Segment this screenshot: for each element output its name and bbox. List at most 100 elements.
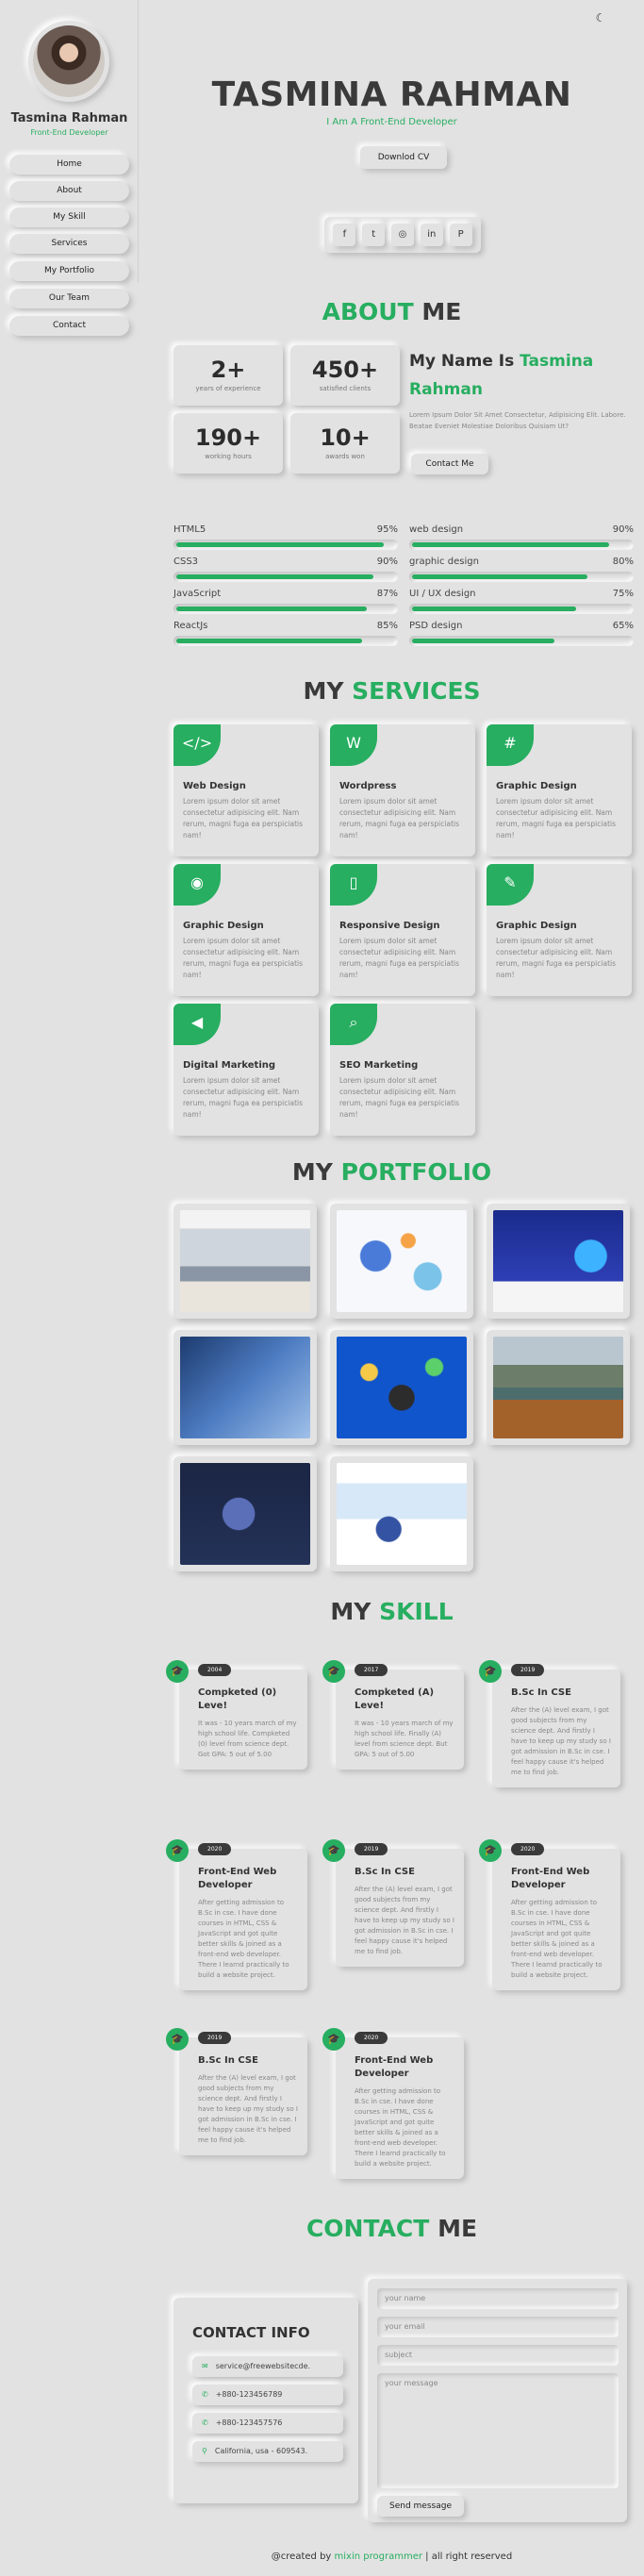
nav-contact[interactable]: Contact xyxy=(9,316,129,336)
contact-form: your name your email subject your messag… xyxy=(368,2279,627,2522)
service-card[interactable]: ⌕ SEO Marketing Lorem ipsum dolor sit amet… xyxy=(330,1004,475,1136)
portfolio-image-meeting xyxy=(180,1210,310,1312)
portfolio-item[interactable] xyxy=(487,1204,630,1319)
timeline-text: After the (A) level exam, I got good sub… xyxy=(198,2074,298,2144)
mobile-icon: ▯ xyxy=(330,864,377,906)
stat-card: 10+ awards won xyxy=(290,413,400,474)
timeline-text: It was - 10 years march of my high schoo… xyxy=(355,1720,454,1758)
graduation-cap-icon: 🎓 xyxy=(166,2028,189,2051)
portfolio-image-developer-illustration xyxy=(337,1337,467,1438)
portfolio-item[interactable] xyxy=(330,1456,473,1571)
skill-name: CSS3 xyxy=(173,557,199,567)
service-card[interactable]: W Wordpress Lorem ipsum dolor sit amet con… xyxy=(330,724,475,856)
timeline-year: 2004 xyxy=(198,1664,232,1676)
envelope-icon: ✉ xyxy=(202,2362,208,2370)
portfolio-image-dashboard-illustration xyxy=(493,1210,623,1312)
twitter-icon[interactable]: t xyxy=(362,224,386,246)
timeline-card: 2017 Compketed (A) Leve! It was - 10 years… xyxy=(336,1664,464,1770)
service-description: Lorem ipsum dolor sit amet consectetur a… xyxy=(496,937,617,979)
facebook-icon[interactable]: f xyxy=(333,224,356,246)
contact-info-card: CONTACT INFO ✉ service@freewebsitecde. ✆ +… xyxy=(173,2298,358,2503)
hero-name: TASMINA RAHMAN xyxy=(211,75,572,114)
subject-field[interactable]: subject xyxy=(377,2345,619,2366)
contact-phone[interactable]: ✆ +880-123456789 xyxy=(192,2385,343,2405)
service-title: Responsive Design xyxy=(339,921,440,931)
skill-progress-fill xyxy=(412,607,576,611)
portfolio-item[interactable] xyxy=(173,1456,317,1571)
timeline-text: After the (A) level exam, I got good sub… xyxy=(511,1706,611,1776)
linkedin-icon[interactable]: in xyxy=(420,224,443,246)
nav-my-skill[interactable]: My Skill xyxy=(9,208,129,227)
download-cv-button[interactable]: Downlod CV xyxy=(360,146,447,169)
send-message-button[interactable]: Send message xyxy=(377,2496,464,2517)
contact-email[interactable]: ✉ service@freewebsitecde. xyxy=(192,2356,343,2377)
stat-card: 190+ working hours xyxy=(173,413,283,474)
portfolio-image-laptop-hand xyxy=(180,1337,310,1438)
service-card[interactable]: ✎ Graphic Design Lorem ipsum dolor sit ame… xyxy=(487,864,632,996)
skill-percent: 85% xyxy=(376,621,398,631)
sidebar-role: Front-End Developer xyxy=(30,128,108,137)
portfolio-item[interactable] xyxy=(330,1204,473,1319)
slack-icon: # xyxy=(487,724,534,766)
moon-icon[interactable]: ☾ xyxy=(590,8,611,28)
graduation-cap-icon: 🎓 xyxy=(322,2028,345,2051)
portfolio-title: MY PORTFOLIO xyxy=(291,1158,492,1186)
service-title: Graphic Design xyxy=(183,921,264,931)
portfolio-item[interactable] xyxy=(173,1330,317,1445)
footer-author-link[interactable]: mixin programmer xyxy=(335,2551,422,2562)
timeline-card: 2020 Front-End Web Developer After getting… xyxy=(179,1843,307,1990)
search-dollar-icon: ⌕ xyxy=(330,1004,377,1045)
service-title: Digital Marketing xyxy=(183,1060,276,1071)
service-title: SEO Marketing xyxy=(339,1060,419,1071)
skill-progress-fill xyxy=(412,542,609,547)
contact-phone[interactable]: ✆ +880-123457576 xyxy=(192,2413,343,2434)
timeline-text: It was - 10 years march of my high schoo… xyxy=(198,1720,297,1758)
portfolio-item[interactable] xyxy=(173,1204,317,1319)
skill-bar-item: PSD design 65% xyxy=(409,621,634,646)
portfolio-item[interactable] xyxy=(330,1330,473,1445)
nav-about[interactable]: About xyxy=(9,181,129,201)
instagram-icon[interactable]: ◎ xyxy=(390,224,414,246)
service-card[interactable]: </> Web Design Lorem ipsum dolor sit amet … xyxy=(173,724,319,856)
skill-progress-track xyxy=(409,540,634,550)
skill-bar-item: graphic design 80% xyxy=(409,557,634,582)
pinterest-icon[interactable]: P xyxy=(449,224,472,246)
service-description: Lorem ipsum dolor sit amet consectetur a… xyxy=(496,797,617,839)
timeline-text: After getting admission to B.Sc in cse. … xyxy=(355,2087,446,2168)
nav-my-portfolio[interactable]: My Portfolio xyxy=(9,261,129,281)
stat-card: 450+ satisfied clients xyxy=(290,345,400,406)
skill-percent: 80% xyxy=(612,557,634,567)
timeline-title: Front-End Web Developer xyxy=(511,1867,590,1890)
email-field[interactable]: your email xyxy=(377,2317,619,2337)
contact-me-button[interactable]: Contact Me xyxy=(411,454,488,474)
message-field[interactable]: your message xyxy=(377,2373,619,2488)
service-card[interactable]: # Graphic Design Lorem ipsum dolor sit ame… xyxy=(487,724,632,856)
timeline-card: 2020 Front-End Web Developer After getting… xyxy=(492,1843,620,1990)
name-field[interactable]: your name xyxy=(377,2288,619,2309)
nav-home[interactable]: Home xyxy=(9,155,129,175)
skill-bar-item: web design 90% xyxy=(409,524,634,550)
skill-progress-track xyxy=(173,572,398,582)
contact-info-title: CONTACT INFO xyxy=(192,2324,310,2341)
timeline-title: B.Sc In CSE xyxy=(511,1687,571,1698)
nav-services[interactable]: Services xyxy=(9,234,129,254)
service-card[interactable]: ◉ Graphic Design Lorem ipsum dolor sit ame… xyxy=(173,864,319,996)
service-description: Lorem ipsum dolor sit amet consectetur a… xyxy=(183,797,304,839)
service-card[interactable]: ◀ Digital Marketing Lorem ipsum dolor sit … xyxy=(173,1004,319,1136)
service-title: Graphic Design xyxy=(496,781,577,791)
skill-progress-track xyxy=(173,540,398,550)
nav-our-team[interactable]: Our Team xyxy=(9,289,129,308)
stat-card: 2+ years of experience xyxy=(173,345,283,406)
social-links: f t ◎ in P xyxy=(324,217,481,253)
service-card[interactable]: ▯ Responsive Design Lorem ipsum dolor sit … xyxy=(330,864,475,996)
skill-progress-track xyxy=(409,636,634,646)
contact-location[interactable]: ⚲ California, usa - 609543. xyxy=(192,2441,343,2462)
timeline-year: 2017 xyxy=(355,1664,388,1676)
sidebar: Tasmina Rahman Front-End Developer Home … xyxy=(0,0,139,336)
timeline-text: After the (A) level exam, I got good sub… xyxy=(355,1886,454,1955)
portfolio-image-analytics-illustration xyxy=(337,1210,467,1312)
portfolio-item[interactable] xyxy=(487,1330,630,1445)
skill-bar-item: HTML5 95% xyxy=(173,524,398,550)
skill-bar-item: JavaScript 87% xyxy=(173,589,398,614)
contact-title: CONTACT ME xyxy=(305,2215,478,2242)
